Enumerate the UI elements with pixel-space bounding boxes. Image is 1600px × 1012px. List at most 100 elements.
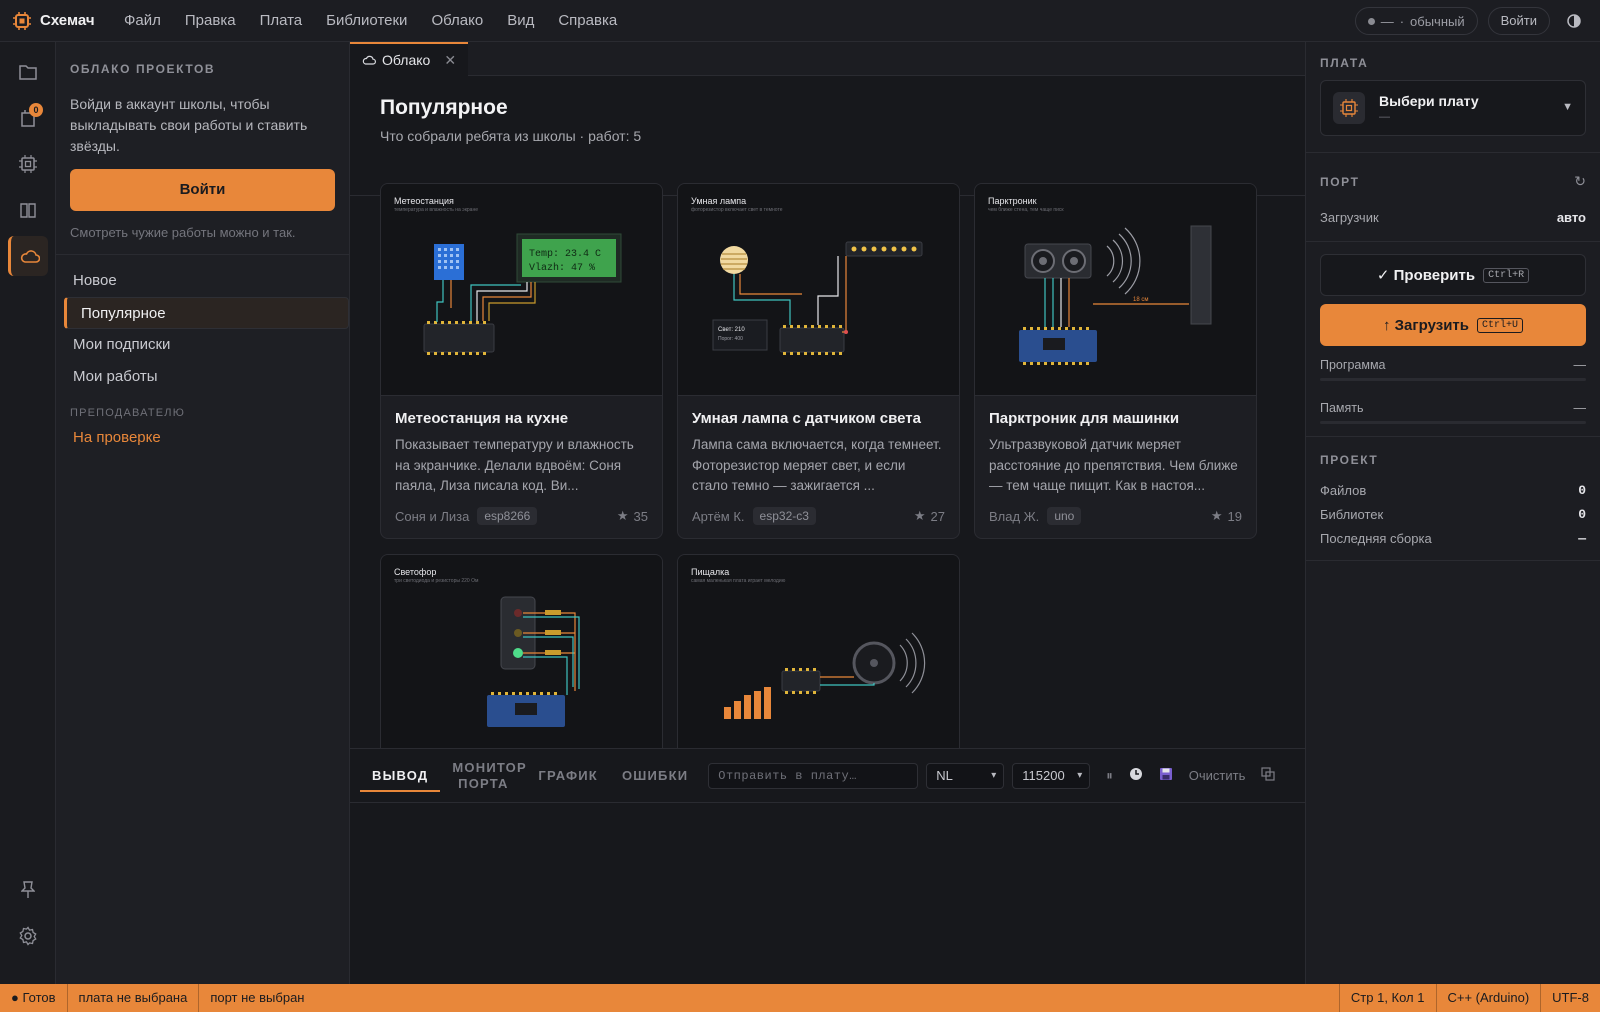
rail-cloud-icon[interactable] [8, 236, 48, 276]
star-value: 19 [1227, 508, 1242, 524]
rail-boards-icon[interactable]: 0 [8, 98, 48, 138]
parktronic-schematic: 18 см [1019, 225, 1212, 365]
output-panel: ВЫВОД МОНИТОР ПОРТА ГРАФИК ОШИБКИ Отправ… [350, 748, 1305, 984]
verify-button[interactable]: ✓ Проверить Ctrl+R [1320, 254, 1586, 296]
board-tag: uno [1047, 507, 1082, 525]
project-card[interactable]: Парктроник чем ближе стена, тем чаще пис… [974, 183, 1257, 539]
board-subtitle: — [1379, 111, 1390, 123]
sidebar-info: Войди в аккаунт школы, чтобы выкладывать… [70, 96, 308, 154]
chip-icon [1333, 92, 1365, 124]
mode-sep: · [1399, 13, 1405, 29]
copy-icon[interactable] [1261, 767, 1275, 784]
menu-help[interactable]: Справка [546, 0, 629, 42]
files-row: Файлов 0 [1306, 483, 1600, 498]
login-button-top[interactable]: Войти [1487, 7, 1550, 35]
status-bar: ● Готов плата не выбрана порт не выбран … [0, 984, 1600, 1012]
menu-edit[interactable]: Правка [173, 0, 248, 42]
send-to-board-input[interactable]: Отправить в плату… [708, 762, 919, 789]
sidebar-title: ОБЛАКО ПРОЕКТОВ [70, 62, 216, 76]
clock-icon[interactable] [1129, 767, 1143, 784]
card-title[interactable]: Парктроник для машинки [975, 396, 1256, 427]
upload-button[interactable]: ↑ Загрузить Ctrl+U [1320, 304, 1586, 346]
refresh-icon[interactable]: ↻ [1574, 173, 1600, 190]
tab-errors[interactable]: ОШИБКИ [610, 768, 700, 784]
card-thumbnail: Умная лампа фоторезистор включает свет в… [678, 184, 959, 396]
card-author: Артём К. [692, 508, 745, 524]
star-count[interactable]: ★ 35 [617, 508, 648, 524]
page-header: Популярное Что собрали ребята из школы ·… [350, 76, 1305, 196]
board-selector[interactable]: Выбери плату — ▼ [1320, 80, 1586, 136]
menu-board[interactable]: Плата [248, 0, 315, 42]
status-encoding[interactable]: UTF-8 [1540, 984, 1600, 1012]
build-label: Последняя сборка [1320, 531, 1432, 546]
line-ending-select[interactable]: NL ▾ [926, 762, 1005, 789]
upload-label: ↑ Загрузить [1382, 316, 1469, 334]
board-tag: esp32-c3 [752, 507, 816, 525]
rail-book-icon[interactable] [8, 190, 48, 230]
baud-select[interactable]: 115200 ▾ [1012, 762, 1091, 789]
menu-cloud[interactable]: Облако [419, 0, 495, 42]
app-logo[interactable]: Схемач [0, 11, 112, 31]
rail-chip-icon[interactable] [8, 144, 48, 184]
close-tab-icon[interactable]: ✕ [444, 52, 456, 69]
star-count[interactable]: ★ 19 [1211, 508, 1242, 524]
libs-label: Библиотек [1320, 507, 1384, 522]
project-card[interactable]: Умная лампа фоторезистор включает свет в… [677, 183, 960, 539]
nav-popular[interactable]: Популярное [64, 297, 349, 329]
theme-toggle-icon[interactable] [1560, 7, 1588, 35]
port-heading: ПОРТ [1320, 174, 1360, 189]
pause-icon[interactable]: ⏸ [1106, 768, 1113, 784]
status-board[interactable]: плата не выбрана [68, 984, 200, 1012]
program-row: Программа — [1306, 358, 1600, 372]
star-icon: ★ [1210, 508, 1223, 523]
star-count[interactable]: ★ 27 [914, 508, 945, 524]
lcd-line-2: Vlazh: 47 % [529, 262, 595, 274]
card-title[interactable]: Умная лампа с датчиком света [678, 396, 959, 427]
libs-row: Библиотек 0 [1306, 507, 1600, 522]
verify-label: ✓ Проверить [1376, 267, 1476, 284]
menu-file[interactable]: Файл [112, 0, 173, 42]
memory-meter [1320, 421, 1586, 424]
mode-label: обычный [1410, 13, 1465, 29]
rail-pin-icon[interactable] [8, 870, 48, 910]
rail-files-icon[interactable] [8, 52, 48, 92]
build-row: Последняя сборка — [1306, 531, 1600, 546]
mode-dash: — [1380, 13, 1394, 29]
tab-plot[interactable]: ГРАФИК [526, 768, 610, 784]
tab-cloud[interactable]: Облако ✕ [350, 42, 469, 76]
menu-view[interactable]: Вид [495, 0, 546, 42]
project-card[interactable]: Светофор три светодиода и резисторы 220 … [380, 554, 663, 748]
mode-switch[interactable]: — · обычный [1354, 7, 1478, 35]
sidebar-divider [56, 254, 349, 255]
weather-station-schematic: Temp: 23.4 C Vlazh: 47 % [423, 233, 622, 355]
cloud-nav: Новое Популярное Мои подписки Мои работы [56, 265, 349, 393]
login-button[interactable]: Войти [70, 169, 335, 211]
program-label: Программа [1320, 358, 1386, 372]
nav-review[interactable]: На проверке [56, 419, 349, 446]
status-port[interactable]: порт не выбран [199, 984, 315, 1012]
clear-button[interactable]: Очистить [1189, 768, 1246, 783]
card-thumbnail: Пищалка самая маленькая плата играет мел… [678, 555, 959, 748]
nav-subscriptions[interactable]: Мои подписки [56, 329, 349, 361]
buzzer-schematic [724, 632, 926, 719]
status-language[interactable]: C++ (Arduino) [1435, 984, 1541, 1012]
card-title[interactable]: Метеостанция на кухне [381, 396, 662, 427]
menu-libraries[interactable]: Библиотеки [314, 0, 419, 42]
rail-badge: 0 [29, 103, 43, 117]
project-card[interactable]: Метеостанция температура и влажность на … [380, 183, 663, 539]
baud-value: 115200 [1022, 767, 1065, 783]
nav-my-works[interactable]: Мои работы [56, 361, 349, 393]
files-label: Файлов [1320, 483, 1367, 498]
tab-output[interactable]: ВЫВОД [360, 768, 441, 792]
chevron-down-icon: ▾ [991, 769, 997, 781]
project-card[interactable]: Пищалка самая маленькая плата играет мел… [677, 554, 960, 748]
save-icon[interactable] [1159, 767, 1173, 784]
loader-value[interactable]: авто [1557, 210, 1586, 225]
sidebar-hint: Смотреть чужие работы можно и так. [70, 225, 296, 240]
card-description: Показывает температуру и влажность на эк… [395, 437, 634, 493]
rail-settings-icon[interactable] [8, 916, 48, 956]
status-position[interactable]: Стр 1, Кол 1 [1338, 984, 1436, 1012]
nav-new[interactable]: Новое [56, 265, 349, 297]
tab-serial-monitor[interactable]: МОНИТОР ПОРТА [440, 760, 526, 792]
star-icon: ★ [616, 508, 629, 523]
